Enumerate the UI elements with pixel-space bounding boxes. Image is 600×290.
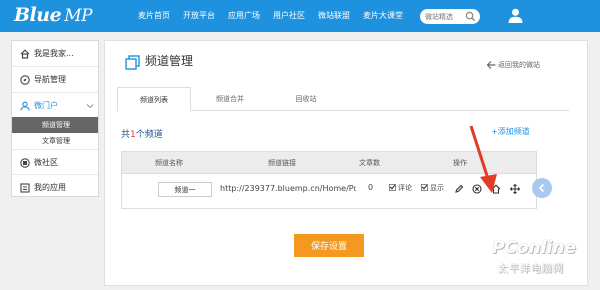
sidebar-item-label: 我是我家... xyxy=(34,49,74,58)
sidebar-item-micro-portal[interactable]: 微门户 xyxy=(12,93,98,119)
compass-icon xyxy=(20,75,30,85)
search-input[interactable] xyxy=(422,9,466,24)
channel-link: http://239377.bluemp.cn/Home/Port xyxy=(220,184,356,193)
nav-item-home[interactable]: 麦片首页 xyxy=(138,0,170,32)
watermark: PConline 太平洋电脑网 xyxy=(492,238,596,284)
community-icon xyxy=(20,158,30,168)
back-link-label: 返回我的微站 xyxy=(498,61,540,69)
sidebar-item-label: 导航管理 xyxy=(34,75,66,84)
sidebar-item-label: 我的应用 xyxy=(34,183,66,192)
sidebar-subitem-label: 文章管理 xyxy=(42,137,70,145)
watermark-sub: 太平洋电脑网 xyxy=(498,264,564,275)
tab-channel-merge[interactable]: 频道合并 xyxy=(197,87,263,111)
sidebar-subitem-article-manage[interactable]: 文章管理 xyxy=(12,133,98,149)
move-icon[interactable] xyxy=(510,184,520,194)
main-nav: 麦片首页 开放平台 应用广场 用户社区 微站联盟 麦片大课堂 xyxy=(138,0,416,32)
sidebar-item-my-site[interactable]: 我是我家... xyxy=(12,41,98,67)
user-icon[interactable] xyxy=(507,7,524,24)
sidebar-subitem-label: 频道管理 xyxy=(42,121,70,129)
search-box xyxy=(420,9,480,24)
channel-name-input[interactable] xyxy=(158,182,212,197)
nav-item-alliance[interactable]: 微站联盟 xyxy=(318,0,350,32)
channel-count: 共1个频道 xyxy=(121,127,163,140)
tab-recycle-bin[interactable]: 回收站 xyxy=(273,87,339,111)
count-suffix: 个频道 xyxy=(135,130,163,140)
page-title: 频道管理 xyxy=(145,54,194,68)
nav-item-community[interactable]: 用户社区 xyxy=(273,0,305,32)
count-prefix: 共 xyxy=(121,130,131,140)
sidebar: 我是我家... 导航管理 微门户 频道管理 文章管理 微社区 我的应用 xyxy=(11,40,99,197)
sidebar-item-community[interactable]: 微社区 xyxy=(12,149,98,175)
sidebar-item-my-apps[interactable]: 我的应用 xyxy=(12,175,98,201)
collapse-button[interactable] xyxy=(532,178,552,198)
sidebar-subitem-channel-manage[interactable]: 频道管理 xyxy=(12,117,98,133)
chevron-down-icon xyxy=(86,104,94,109)
column-header-name: 频道名称 xyxy=(155,159,183,167)
save-settings-button[interactable]: 保存设置 xyxy=(294,234,364,257)
annotation-arrow-icon xyxy=(469,125,497,193)
show-checkbox[interactable]: 显示 xyxy=(421,183,444,193)
sidebar-item-label: 微门户 xyxy=(34,101,58,110)
tabs: 频道列表 频道合并 回收站 xyxy=(117,87,569,112)
top-bar: Blue MP 麦片首页 开放平台 应用广场 用户社区 微站联盟 麦片大课堂 xyxy=(0,0,600,32)
comment-label: 评论 xyxy=(398,184,412,192)
app-icon xyxy=(20,183,30,193)
back-to-site-link[interactable]: 返回我的微站 xyxy=(486,60,540,70)
nav-item-app-square[interactable]: 应用广场 xyxy=(228,0,260,32)
checkbox-checked-icon xyxy=(421,184,428,191)
column-header-count: 文章数 xyxy=(359,159,380,167)
nav-item-open-platform[interactable]: 开放平台 xyxy=(183,0,215,32)
edit-icon[interactable] xyxy=(454,184,464,194)
user-icon xyxy=(20,101,30,111)
tab-channel-list[interactable]: 频道列表 xyxy=(117,87,191,112)
checkbox-checked-icon xyxy=(389,184,396,191)
nav-item-classroom[interactable]: 麦片大课堂 xyxy=(363,0,403,32)
logo[interactable]: Blue MP xyxy=(14,4,93,26)
logo-main: Blue xyxy=(14,4,62,26)
chevron-left-icon xyxy=(538,183,545,193)
sidebar-item-label: 微社区 xyxy=(34,158,58,167)
channel-manage-icon xyxy=(125,55,140,70)
home-icon xyxy=(20,49,30,59)
sidebar-item-nav-manage[interactable]: 导航管理 xyxy=(12,67,98,93)
search-icon[interactable] xyxy=(465,11,476,22)
watermark-brand: PConline xyxy=(492,238,577,258)
back-arrow-icon xyxy=(486,61,496,69)
article-count: 0 xyxy=(368,183,374,192)
comment-checkbox[interactable]: 评论 xyxy=(389,183,412,193)
show-label: 显示 xyxy=(430,184,444,192)
column-header-link: 频道链接 xyxy=(268,159,296,167)
logo-sub: MP xyxy=(64,6,93,26)
